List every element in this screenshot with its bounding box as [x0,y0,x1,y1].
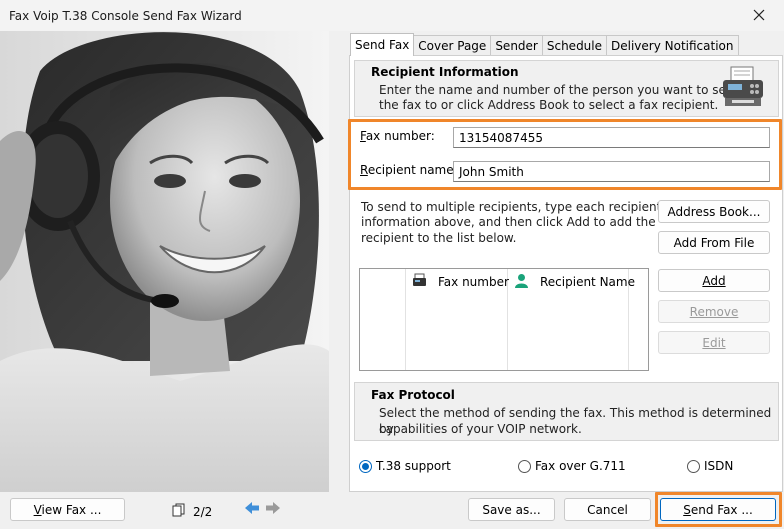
multi-recipient-text-1: To send to multiple recipients, type eac… [361,200,671,214]
radio-g711-label: Fax over G.711 [535,459,626,473]
tab-sender[interactable]: Sender [490,35,543,56]
edit-button[interactable]: Edit [658,331,770,354]
fax-protocol-desc-2: capabilities of your VOIP network. [379,422,582,436]
list-header-fax-number[interactable]: Fax number [438,275,509,289]
close-button[interactable] [744,4,774,26]
recipient-info-desc-1: Enter the name and number of the person … [379,83,742,97]
radio-isdn-label: ISDN [704,459,734,473]
send-fax-button[interactable]: Send Fax ... [660,498,776,521]
window-title: Fax Voip T.38 Console Send Fax Wizard [9,9,242,23]
recipient-name-input[interactable]: John Smith [453,161,770,182]
radio-t38-label: T.38 support [376,459,451,473]
multi-recipient-text-2: information above, and then click Add to… [361,215,656,229]
add-from-file-button[interactable]: Add From File [658,231,770,254]
fax-machine-icon [723,66,763,106]
add-button[interactable]: Add [658,269,770,292]
fax-protocol-heading: Fax Protocol [371,388,455,402]
recipient-name-label: Recipient name: [360,163,458,177]
tab-delivery-notification[interactable]: Delivery Notification [606,35,739,56]
operator-photo [0,31,329,492]
fax-number-label: Fax number: [360,129,435,143]
multi-recipient-text-3: recipient to the list below. [361,231,517,245]
address-book-button[interactable]: Address Book... [658,200,770,223]
tab-cover-page[interactable]: Cover Page [413,35,492,56]
cancel-button[interactable]: Cancel [564,498,651,521]
arrow-left-icon[interactable] [244,501,260,515]
pages-icon [172,503,185,517]
radio-g711-indicator[interactable] [518,459,531,473]
fax-number-column-icon [413,273,426,286]
tab-strip: Send Fax Cover Page Sender Schedule Deli… [350,33,739,56]
user-icon [515,274,528,288]
radio-isdn[interactable]: ISDN [687,459,733,473]
radio-g711[interactable]: Fax over G.711 [518,459,626,473]
tab-schedule[interactable]: Schedule [541,35,608,56]
recipient-info-desc-2: the fax to or click Address Book to sele… [379,98,719,112]
list-header-recipient-name[interactable]: Recipient Name [540,275,635,289]
page-counter: 2/2 [193,505,213,519]
recipient-info-heading: Recipient Information [371,65,519,79]
tab-send-fax[interactable]: Send Fax [350,33,415,56]
radio-isdn-indicator[interactable] [687,459,700,473]
list-column-separator [405,269,406,370]
save-as-button[interactable]: Save as... [468,498,555,521]
remove-button[interactable]: Remove [658,300,770,323]
radio-t38[interactable]: T.38 support [359,459,451,473]
headset-operator-image [0,31,329,492]
radio-t38-indicator[interactable] [359,459,372,473]
arrow-right-icon[interactable] [265,501,281,515]
title-bar: Fax Voip T.38 Console Send Fax Wizard [0,0,784,31]
view-fax-button[interactable]: View Fax ... [10,498,125,521]
fax-number-input[interactable]: 13154087455 [453,127,770,148]
close-icon [753,9,765,21]
